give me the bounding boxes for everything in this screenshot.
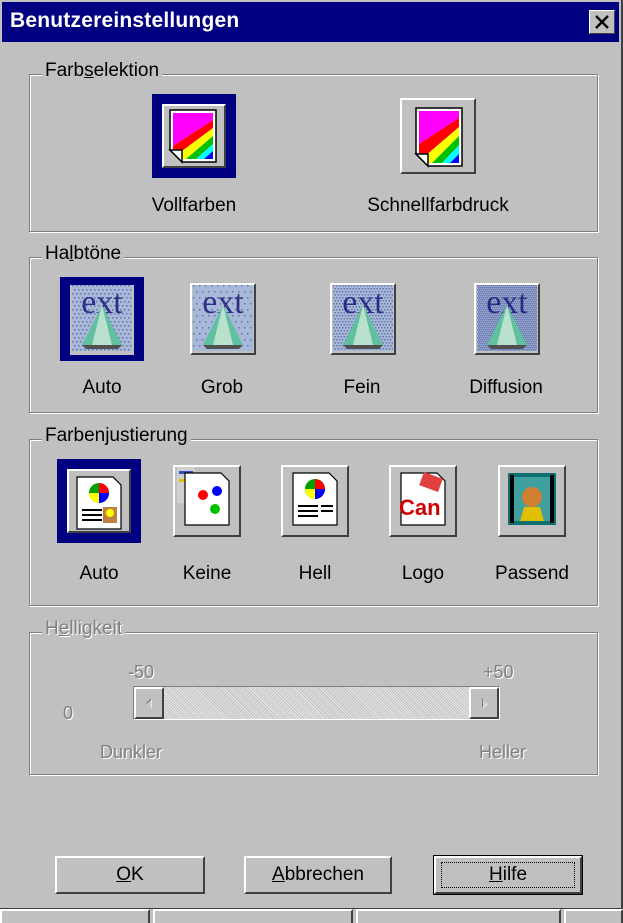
arrow-left-icon <box>146 698 152 709</box>
halftones-group: Halbtöne ext Auto ext Grob ext Fein ext Diffusi… <box>29 243 598 413</box>
brightness-max-label: +50 <box>483 662 514 682</box>
brightness-legend: Helligkeit <box>42 618 126 640</box>
color-adjust-option-auto[interactable]: Auto <box>57 459 141 584</box>
darker-caption: Dunkler <box>100 742 163 762</box>
ok-button[interactable]: OK <box>55 856 205 894</box>
help-button[interactable]: Hilfe <box>433 855 583 895</box>
full-color-icon <box>162 104 226 168</box>
taskbar-segment <box>564 909 623 923</box>
color-adjust-option-logo[interactable]: Can Logo <box>381 459 465 584</box>
taskbar-segment <box>356 909 561 923</box>
arrow-right-icon <box>482 698 488 709</box>
option-label: Vollfarben <box>151 195 237 216</box>
color-selection-legend: Farbselektion <box>42 60 163 82</box>
halftone-option-coarse[interactable]: ext Grob <box>180 277 264 398</box>
svg-text:Can: Can <box>399 495 441 520</box>
color-adjust-logo-icon: Can <box>389 465 457 537</box>
color-adjust-option-bright[interactable]: Hell <box>273 459 357 584</box>
halftone-option-fine[interactable]: ext Fein <box>320 277 404 398</box>
halftone-diffusion-icon: ext <box>474 283 540 355</box>
option-schnellfarbdruck[interactable]: Schnellfarbdruck <box>367 94 509 216</box>
color-adjust-none-icon <box>173 465 241 537</box>
color-selection-group: Farbselektion Vollfarben Schnellfarbdruc… <box>29 60 598 232</box>
option-label: Fein <box>343 377 381 398</box>
cancel-button-label: Abbrechen <box>272 864 364 885</box>
color-adjust-match-icon <box>498 465 566 537</box>
taskbar-segment <box>0 909 150 923</box>
slider-left-button[interactable] <box>134 687 164 719</box>
color-adjust-auto-icon <box>67 469 131 533</box>
close-icon <box>595 15 609 29</box>
brightness-min-label: -50 <box>128 662 155 682</box>
option-label: Schnellfarbdruck <box>367 195 509 216</box>
halftone-option-auto[interactable]: ext Auto <box>60 277 144 398</box>
halftone-coarse-icon: ext <box>190 283 256 355</box>
ok-button-label: OK <box>116 864 144 885</box>
halftones-legend: Halbtöne <box>42 243 125 265</box>
user-settings-dialog: Benutzereinstellungen Farbselektion Voll… <box>0 0 623 909</box>
taskbar-segment <box>153 909 353 923</box>
title-bar: Benutzereinstellungen <box>2 2 619 42</box>
color-adjustment-group: Farbenjustierung Auto Keine Hell Can Logo Pas… <box>29 425 598 606</box>
color-adjust-option-match[interactable]: Passend <box>490 459 574 584</box>
close-button[interactable] <box>589 10 615 34</box>
cancel-button[interactable]: Abbrechen <box>244 856 392 894</box>
color-adjustment-legend: Farbenjustierung <box>42 425 191 447</box>
help-button-label: Hilfe <box>488 864 528 885</box>
halftone-auto-icon: ext <box>70 285 134 355</box>
dialog-title: Benutzereinstellungen <box>10 9 240 32</box>
slider-right-button[interactable] <box>469 687 499 719</box>
fast-color-icon <box>400 98 476 174</box>
color-adjust-option-none[interactable]: Keine <box>165 459 249 584</box>
option-vollfarben[interactable]: Vollfarben <box>152 94 236 216</box>
brightness-value: 0 <box>63 703 74 723</box>
brightness-slider[interactable] <box>133 686 500 720</box>
option-label: Diffusion <box>469 377 543 398</box>
taskbar-strip <box>0 909 623 923</box>
brighter-caption: Heller <box>479 742 527 762</box>
color-adjust-bright-icon <box>281 465 349 537</box>
halftone-fine-icon: ext <box>330 283 396 355</box>
halftone-option-diffusion[interactable]: ext Diffusion <box>464 277 548 398</box>
option-label: Passend <box>495 563 569 584</box>
